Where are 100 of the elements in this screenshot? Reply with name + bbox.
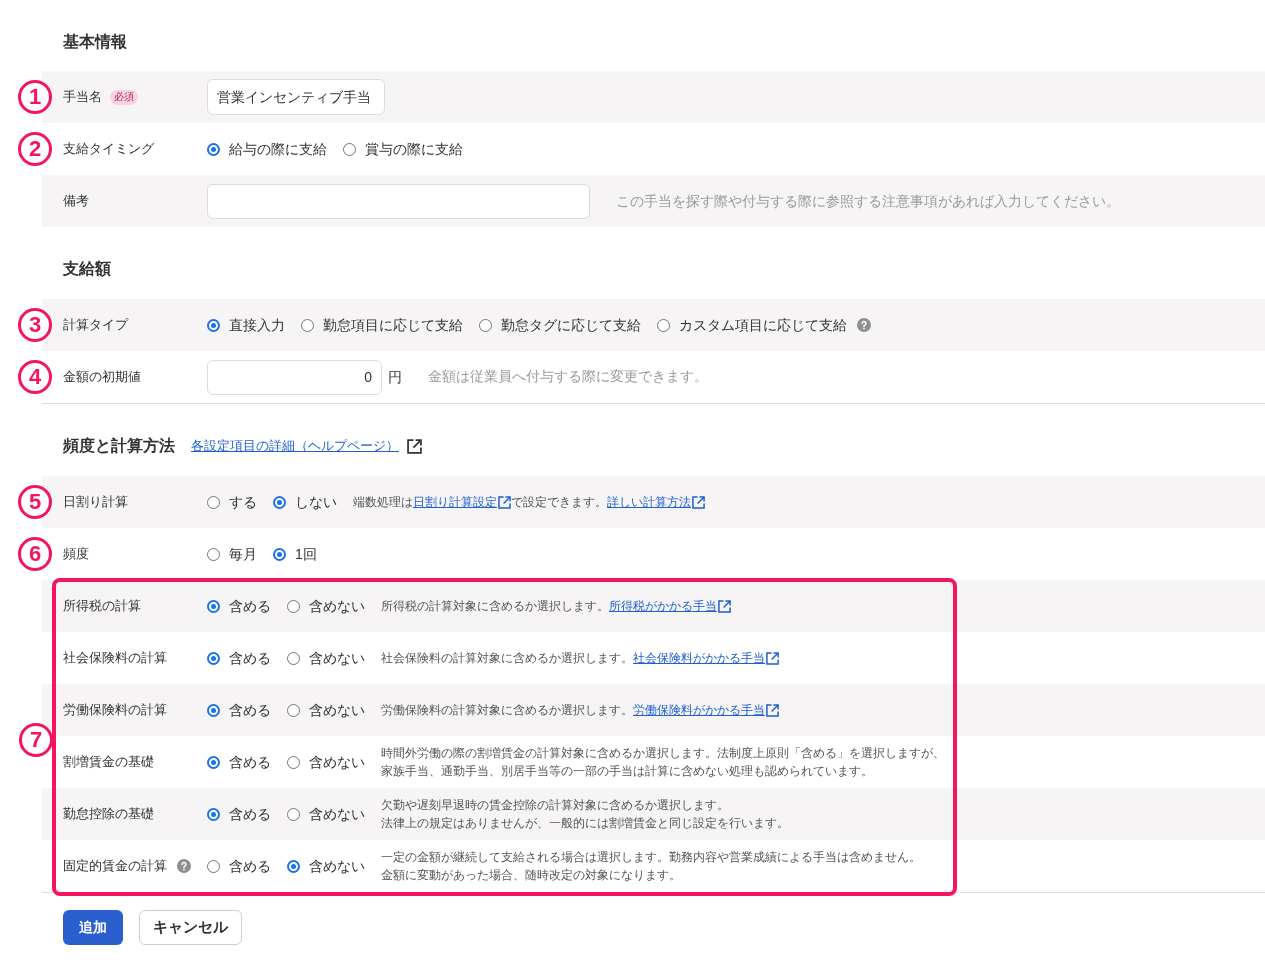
radio-icon[interactable]	[301, 318, 314, 332]
radio-option[interactable]: 含めない	[287, 699, 365, 721]
radio-icon[interactable]	[207, 142, 220, 156]
radio-option[interactable]: カスタム項目に応じて支給	[657, 314, 847, 336]
help-link[interactable]: 日割り計算設定	[413, 493, 511, 512]
radio-option[interactable]: 含める	[207, 647, 271, 669]
radio-icon[interactable]	[287, 859, 300, 873]
callout-number: 6	[18, 537, 52, 571]
radio-icon[interactable]	[657, 318, 670, 332]
radio-icon[interactable]	[207, 807, 220, 821]
radio-icon[interactable]	[207, 755, 220, 769]
help-link[interactable]: 所得税がかかる手当	[609, 597, 731, 616]
radio-option[interactable]: 給与の際に支給	[207, 138, 327, 160]
radio-icon[interactable]	[343, 142, 356, 156]
radio-option[interactable]: 含める	[207, 803, 271, 825]
section-heading: 支給額	[63, 259, 111, 279]
note-input[interactable]	[207, 183, 590, 219]
hint-text: この手当を探す際や付与する際に参照する注意事項があれば入力してください。	[616, 191, 1120, 211]
external-link-icon	[407, 438, 422, 454]
radio-option[interactable]: しない	[273, 491, 337, 513]
external-link-icon	[718, 599, 731, 613]
description-text: 一定の金額が継続して支給される場合は選択します。勤務内容や営業成績による手当は含めません。	[381, 849, 921, 866]
description-text: 欠勤や遅刻早退時の賃金控除の計算対象に含めるか選択します。	[381, 797, 730, 814]
field-label: 日割り計算	[63, 493, 128, 511]
text-input[interactable]: 営業インセンティブ手当	[207, 79, 385, 115]
radio-icon[interactable]	[273, 547, 286, 561]
field-label: 計算タイプ	[63, 316, 128, 334]
callout-number: 4	[18, 360, 52, 394]
radio-option[interactable]: 含めない	[287, 803, 365, 825]
radio-option[interactable]: する	[207, 491, 257, 513]
cancel-button[interactable]: キャンセル	[139, 910, 242, 945]
radio-icon[interactable]	[207, 703, 220, 717]
field-label: 割増賃金の基礎	[63, 753, 154, 771]
external-link-icon	[766, 651, 779, 665]
description-text: 社会保険料の計算対象に含めるか選択します。社会保険料がかかる手当	[381, 648, 779, 668]
radio-icon[interactable]	[207, 651, 220, 665]
radio-icon[interactable]	[287, 599, 300, 613]
description-text: 法律上の規定はありませんが、一般的には割増賃金と同じ設定を行います。	[381, 815, 789, 832]
radio-icon[interactable]	[273, 495, 286, 509]
amount-input[interactable]: 0	[207, 359, 382, 395]
section-heading: 頻度と計算方法	[63, 436, 175, 456]
unit-label: 円	[388, 367, 402, 387]
radio-icon[interactable]	[287, 755, 300, 769]
external-link-icon	[766, 703, 779, 717]
external-link-icon	[692, 495, 705, 509]
callout-number: 2	[18, 132, 52, 166]
radio-option[interactable]: 含める	[207, 595, 271, 617]
field-label: 支給タイミング	[63, 140, 154, 158]
field-label: 固定的賃金の計算	[63, 857, 167, 875]
hint-text: 金額は従業員へ付与する際に変更できます。	[428, 367, 708, 386]
callout-number: 7	[19, 723, 53, 757]
radio-icon[interactable]	[207, 495, 220, 509]
radio-icon[interactable]	[207, 859, 220, 873]
callout-number: 5	[18, 485, 52, 519]
add-button[interactable]: 追加	[63, 910, 123, 945]
radio-option[interactable]: 毎月	[207, 543, 257, 565]
callout-number: 1	[18, 80, 52, 114]
field-label: 備考	[63, 192, 89, 210]
callout-number: 3	[18, 308, 52, 342]
field-label: 社会保険料の計算	[63, 649, 167, 667]
radio-icon[interactable]	[479, 318, 492, 332]
help-icon[interactable]	[177, 859, 191, 873]
radio-option[interactable]: 直接入力	[207, 314, 285, 336]
field-label: 所得税の計算	[63, 597, 141, 615]
external-link-icon	[498, 495, 511, 509]
radio-option[interactable]: 含める	[207, 751, 271, 773]
radio-icon[interactable]	[287, 703, 300, 717]
field-label: 勤怠控除の基礎	[63, 805, 154, 823]
radio-icon[interactable]	[207, 547, 220, 561]
description-text: 労働保険料の計算対象に含めるか選択します。労働保険料がかかる手当	[381, 700, 779, 720]
help-page-link[interactable]: 各設定項目の詳細（ヘルプページ）	[191, 434, 422, 458]
description-text: 金額に変動があった場合、随時改定の対象になります。	[381, 867, 682, 884]
description-text: 所得税の計算対象に含めるか選択します。所得税がかかる手当	[381, 596, 731, 616]
radio-icon[interactable]	[287, 651, 300, 665]
field-label: 労働保険料の計算	[63, 701, 167, 719]
description-text: 端数処理は 日割り計算設定 で設定できます。詳しい計算方法	[353, 492, 705, 512]
radio-option[interactable]: 含める	[207, 855, 271, 877]
radio-option[interactable]: 含めない	[287, 751, 365, 773]
help-link[interactable]: 社会保険料がかかる手当	[633, 649, 779, 668]
radio-option[interactable]: 1回	[273, 543, 317, 565]
radio-icon[interactable]	[207, 318, 220, 332]
section-heading: 基本情報	[63, 32, 127, 52]
radio-option[interactable]: 勤怠項目に応じて支給	[301, 314, 463, 336]
radio-option[interactable]: 含めない	[287, 595, 365, 617]
field-label: 頻度	[63, 545, 89, 563]
radio-option[interactable]: 含めない	[287, 647, 365, 669]
radio-option[interactable]: 勤怠タグに応じて支給	[479, 314, 641, 336]
help-link[interactable]: 詳しい計算方法	[607, 493, 705, 512]
radio-option[interactable]: 賞与の際に支給	[343, 138, 463, 160]
field-label: 金額の初期値	[63, 368, 141, 386]
radio-icon[interactable]	[207, 599, 220, 613]
radio-option[interactable]: 含める	[207, 699, 271, 721]
description-text: 家族手当、通勤手当、別居手当等の一部の手当は計算に含めない処理も認められています。	[381, 763, 874, 780]
required-badge: 必須	[110, 89, 138, 105]
description-text: 時間外労働の際の割増賃金の計算対象に含めるか選択します。法制度上原則「含める」を選択しますが、	[381, 745, 945, 762]
radio-icon[interactable]	[287, 807, 300, 821]
radio-option[interactable]: 含めない	[287, 855, 365, 877]
help-link[interactable]: 労働保険料がかかる手当	[633, 701, 779, 720]
help-icon[interactable]	[857, 318, 871, 332]
field-label: 手当名	[63, 88, 102, 106]
